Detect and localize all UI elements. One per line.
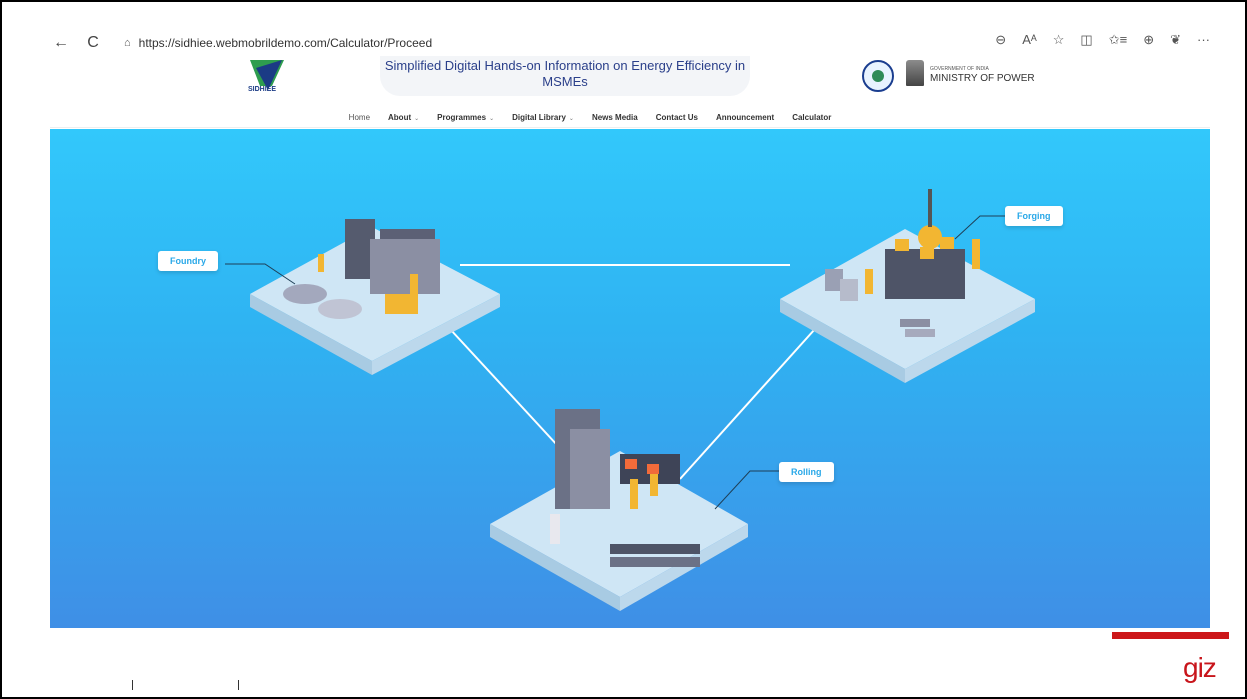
- connector-line: [679, 328, 816, 480]
- browser-toolbar: ← C ⌂ https://sidhiee.webmobrildemo.com/…: [50, 30, 1210, 56]
- more-icon[interactable]: ···: [1197, 32, 1210, 48]
- sidhiee-logo-icon[interactable]: [246, 56, 288, 100]
- extension-icon[interactable]: ❦: [1170, 32, 1181, 48]
- callout-line: [954, 215, 1005, 240]
- callout-line: [714, 470, 780, 510]
- url-text: https://sidhiee.webmobrildemo.com/Calcul…: [138, 36, 433, 50]
- reload-icon[interactable]: C: [82, 32, 104, 54]
- footer-divider: [132, 680, 133, 690]
- lock-icon: ⌂: [124, 37, 131, 49]
- process-illustration: [225, 189, 1035, 611]
- rolling-platform[interactable]: [490, 409, 748, 611]
- browser-tools: ⊖ Aᴬ ☆ ◫ ✩≡ ⊕ ❦ ···: [995, 32, 1210, 48]
- forging-label[interactable]: Forging: [1005, 206, 1063, 226]
- collections-icon[interactable]: ⊕: [1143, 32, 1154, 48]
- government-label: GOVERNMENT OF INDIA: [930, 66, 989, 72]
- read-aloud-icon[interactable]: Aᴬ: [1022, 32, 1037, 48]
- chevron-down-icon: ⌄: [489, 115, 495, 122]
- nav-calculator[interactable]: Calculator: [792, 113, 831, 122]
- foundry-label[interactable]: Foundry: [158, 251, 218, 271]
- giz-accent-bar: [1112, 632, 1229, 639]
- nav-digital-library[interactable]: Digital Library ⌄: [512, 113, 574, 122]
- chevron-down-icon: ⌄: [568, 115, 574, 122]
- nav-news-media[interactable]: News Media: [592, 113, 638, 122]
- energy-efficiency-emblem-icon: [862, 60, 894, 92]
- nav-announcement[interactable]: Announcement: [716, 113, 774, 122]
- website: SIDHIEE Simplified Digital Hands-on Info…: [50, 56, 1210, 628]
- favorites-list-icon[interactable]: ✩≡: [1109, 32, 1127, 48]
- ministry-label: MINISTRY OF POWER: [930, 73, 1035, 84]
- nav-programmes[interactable]: Programmes ⌄: [437, 113, 494, 122]
- rolling-label[interactable]: Rolling: [779, 462, 834, 482]
- foundry-platform[interactable]: [250, 219, 500, 375]
- split-screen-icon[interactable]: ◫: [1080, 32, 1092, 48]
- giz-logo: giz: [1183, 652, 1217, 683]
- site-header: SIDHIEE Simplified Digital Hands-on Info…: [50, 56, 1210, 128]
- chevron-down-icon: ⌄: [414, 115, 420, 122]
- nav-about[interactable]: About ⌄: [388, 113, 419, 122]
- connector-line: [449, 328, 571, 460]
- main-navigation: Home About ⌄ Programmes ⌄ Digital Library ⌄…: [50, 106, 1210, 128]
- footer-divider: [238, 680, 239, 690]
- site-title: Simplified Digital Hands-on Information …: [380, 56, 750, 96]
- favorite-icon[interactable]: ☆: [1053, 32, 1065, 48]
- nav-contact-us[interactable]: Contact Us: [656, 113, 698, 122]
- forging-platform[interactable]: [780, 189, 1035, 383]
- nav-home[interactable]: Home: [349, 113, 370, 122]
- zoom-icon[interactable]: ⊖: [995, 32, 1006, 48]
- national-emblem-icon: [906, 60, 924, 86]
- address-bar[interactable]: ⌂ https://sidhiee.webmobrildemo.com/Calc…: [114, 32, 443, 54]
- back-icon[interactable]: ←: [50, 32, 72, 54]
- logo-text: SIDHIEE: [248, 86, 277, 93]
- process-hero: Foundry Forging Rolling ■ ⌃: [50, 129, 1210, 628]
